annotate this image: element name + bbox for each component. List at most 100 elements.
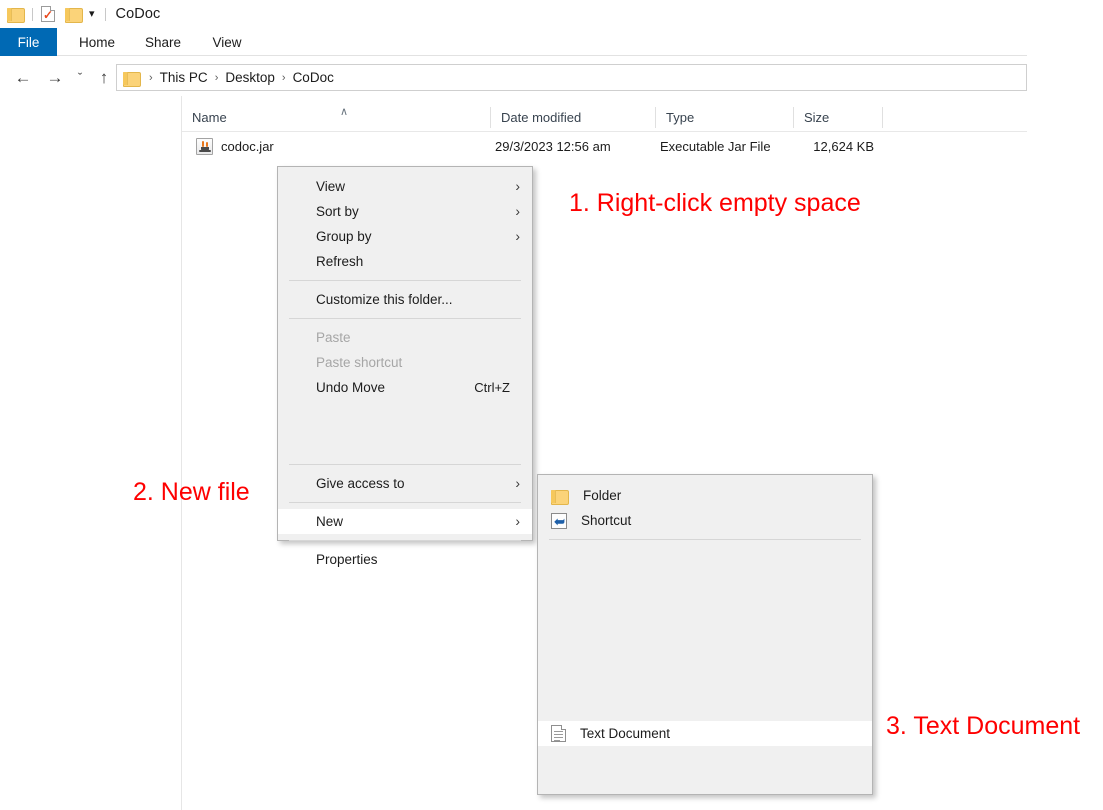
doc-line-3 <box>554 737 563 738</box>
menu-separator-1 <box>289 280 521 281</box>
annotation-step-3: 3. Text Document <box>886 712 1081 740</box>
menu-item-label: Give access to <box>316 476 405 491</box>
annotation-step-2: 2. New file <box>133 478 250 506</box>
menu-item-paste: Paste <box>278 325 532 350</box>
menu-item-label: Group by <box>316 229 372 244</box>
submenu-item-label: Shortcut <box>581 513 632 528</box>
chevron-right-icon: › <box>515 513 520 529</box>
recent-locations-button[interactable]: ˇ <box>72 66 88 89</box>
folder-icon <box>7 7 25 23</box>
new-folder-icon[interactable] <box>65 7 83 23</box>
up-button[interactable]: ↑ <box>94 66 114 89</box>
forward-button[interactable]: → <box>44 66 66 89</box>
breadcrumb-separator-0: › <box>149 71 153 84</box>
column-header-size[interactable]: Size <box>794 103 882 131</box>
menu-item-label: Refresh <box>316 254 364 269</box>
ribbon-divider <box>57 55 1027 56</box>
shortcut-arrow-glyph: ➥ <box>554 513 565 529</box>
doc-line-1 <box>554 731 563 732</box>
menu-item-new[interactable]: New › <box>278 509 532 534</box>
menu-item-undo-move[interactable]: Undo Move Ctrl+Z <box>278 375 532 400</box>
ribbon-tab-strip: File Home Share View <box>0 28 1103 56</box>
text-document-icon <box>551 725 566 742</box>
menu-item-sort-by[interactable]: Sort by › <box>278 199 532 224</box>
menu-item-give-access-to[interactable]: Give access to › <box>278 471 532 496</box>
title-bar: ✓ ▾ CoDoc <box>0 0 1103 28</box>
breadcrumb-separator-2: › <box>281 71 286 84</box>
chevron-right-icon: › <box>515 203 520 219</box>
breadcrumb-codoc[interactable]: CoDoc <box>293 70 334 85</box>
back-button[interactable]: ← <box>12 66 34 89</box>
shortcut-icon: ➥ <box>551 512 567 529</box>
chevron-right-icon: › <box>515 178 520 194</box>
jar-saucer <box>199 149 211 152</box>
menu-item-label: Customize this folder... <box>316 292 453 307</box>
submenu-item-folder[interactable]: Folder <box>538 483 872 508</box>
menu-item-view[interactable]: View › <box>278 174 532 199</box>
menu-item-label: Sort by <box>316 204 359 219</box>
file-name: codoc.jar <box>221 138 274 154</box>
folder-icon <box>551 489 569 505</box>
submenu-item-shortcut[interactable]: ➥ Shortcut <box>538 508 872 533</box>
file-date-modified: 29/3/2023 12:56 am <box>495 138 611 154</box>
file-type: Executable Jar File <box>660 138 771 154</box>
annotation-step-1: 1. Right-click empty space <box>569 189 861 217</box>
menu-item-label: New <box>316 514 344 529</box>
breadcrumb-separator-1: › <box>214 71 219 84</box>
submenu-spacer <box>538 546 872 721</box>
menu-item-refresh[interactable]: Refresh <box>278 249 532 274</box>
tab-view[interactable]: View <box>200 28 254 56</box>
quick-access-divider <box>32 7 33 21</box>
file-list-column-headers: Name ∧ Date modified Type Size <box>182 103 1027 131</box>
submenu-item-text-document[interactable]: Text Document <box>538 721 872 746</box>
tab-home[interactable]: Home <box>68 28 126 56</box>
sort-ascending-icon: ∧ <box>340 106 349 118</box>
menu-item-properties[interactable]: Properties <box>278 547 532 572</box>
tab-share[interactable]: Share <box>135 28 191 56</box>
page-fold <box>50 6 55 11</box>
menu-item-label: Properties <box>316 552 378 567</box>
menu-item-label: Paste shortcut <box>316 355 403 370</box>
menu-separator-2 <box>289 318 521 319</box>
file-explorer-window: ✓ ▾ CoDoc File Home Share View ← → ˇ ↑ ›… <box>0 0 1103 810</box>
menu-item-label: View <box>316 179 346 194</box>
menu-separator-4 <box>289 502 521 503</box>
navigation-pane-divider <box>181 96 182 810</box>
page-fold <box>561 725 566 730</box>
java-jar-icon <box>196 137 213 155</box>
file-size: 12,624 KB <box>813 138 874 154</box>
doc-line-2 <box>554 734 563 735</box>
quick-access-divider-2 <box>104 7 106 21</box>
submenu-item-label: Folder <box>583 488 622 503</box>
new-submenu: Folder ➥ Shortcut Text Document <box>537 474 873 795</box>
menu-separator-5 <box>289 540 521 541</box>
menu-item-label: Undo Move <box>316 380 386 395</box>
jar-steam-1 <box>202 140 204 147</box>
submenu-item-label: Text Document <box>580 726 671 741</box>
column-header-name[interactable]: Name <box>182 103 490 131</box>
chevron-down-icon[interactable]: ▾ <box>89 8 95 20</box>
column-header-rule <box>182 131 1027 132</box>
breadcrumb-folder-icon <box>123 71 141 87</box>
menu-item-paste-shortcut: Paste shortcut <box>278 350 532 375</box>
checkmark-glyph: ✓ <box>43 8 54 22</box>
context-menu: View › Sort by › Group by › Refresh Cust… <box>277 166 533 567</box>
menu-spacer <box>278 400 532 458</box>
table-row[interactable]: codoc.jar 29/3/2023 12:56 am Executable … <box>182 134 1027 158</box>
properties-icon[interactable]: ✓ <box>41 6 55 22</box>
chevron-right-icon: › <box>515 475 520 491</box>
window-title: CoDoc <box>115 6 161 22</box>
menu-item-label: Paste <box>316 330 351 345</box>
tab-file[interactable]: File <box>0 28 57 56</box>
jar-steam-2 <box>206 141 208 147</box>
menu-item-group-by[interactable]: Group by › <box>278 224 532 249</box>
breadcrumb-this-pc[interactable]: This PC <box>160 70 208 85</box>
column-divider-4[interactable] <box>882 107 883 128</box>
menu-item-customize-this-folder[interactable]: Customize this folder... <box>278 287 532 312</box>
address-breadcrumb-bar[interactable]: › This PC › Desktop › CoDoc <box>116 64 1027 91</box>
menu-item-shortcut: Ctrl+Z <box>474 380 510 395</box>
column-header-date-modified[interactable]: Date modified <box>491 103 655 131</box>
column-header-type[interactable]: Type <box>656 103 793 131</box>
breadcrumb-desktop[interactable]: Desktop <box>225 70 275 85</box>
chevron-right-icon: › <box>515 228 520 244</box>
